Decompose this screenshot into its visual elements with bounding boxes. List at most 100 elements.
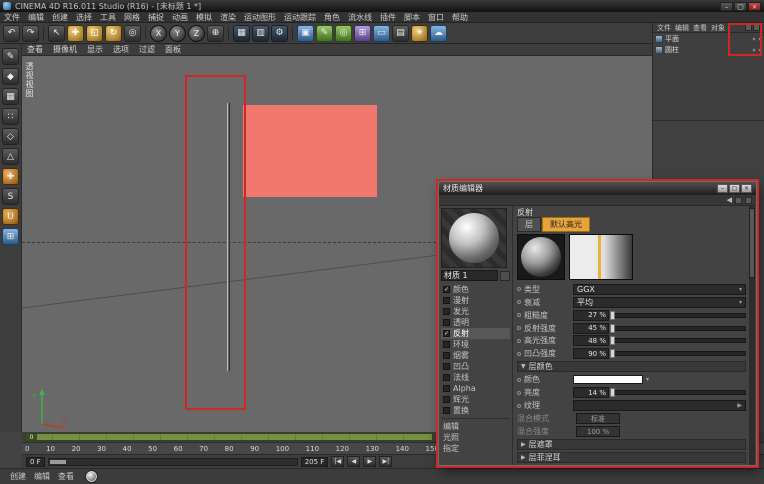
channel-row-glow[interactable]: 辉光	[441, 394, 510, 405]
next-frame-icon[interactable]: ▶|	[379, 456, 392, 467]
slider-knob[interactable]	[610, 336, 615, 345]
last-tool-icon[interactable]: ◎	[124, 25, 141, 42]
mode-row-illumination[interactable]: 光照	[441, 432, 510, 443]
preview-options-icon[interactable]	[500, 271, 510, 281]
layer-sphere-preview[interactable]	[517, 234, 565, 280]
flag-plane-object[interactable]	[243, 105, 377, 197]
array-modeling-icon[interactable]: ⊞	[354, 25, 371, 42]
channel-checkbox[interactable]	[443, 308, 450, 315]
render-settings-icon[interactable]: ⚙	[271, 25, 288, 42]
viewport-menu-display[interactable]: 显示	[82, 44, 108, 55]
panel-option-icon[interactable]	[745, 24, 752, 31]
channel-checkbox[interactable]	[443, 330, 450, 337]
texture-picker-button[interactable]: ▶	[573, 400, 746, 411]
slider-knob[interactable]	[610, 311, 615, 320]
dialog-scrollbar[interactable]	[749, 206, 755, 465]
slider-knob[interactable]	[610, 349, 615, 358]
range-start-field[interactable]: 0 F	[26, 457, 45, 467]
visibility-dots[interactable]	[752, 48, 762, 52]
x-axis-lock-button[interactable]: X	[150, 25, 167, 42]
channel-checkbox[interactable]	[443, 319, 450, 326]
edges-mode-icon[interactable]: ◇	[2, 128, 19, 145]
tab-default-specular[interactable]: 默认高光	[542, 217, 590, 232]
specular-strength-slider[interactable]	[612, 338, 746, 343]
slider-knob[interactable]	[610, 324, 615, 333]
visibility-dot-icon[interactable]	[758, 37, 762, 41]
dialog-maximize-button[interactable]: ▢	[729, 184, 740, 193]
anim-dot-icon[interactable]	[517, 287, 521, 291]
anim-dot-icon[interactable]	[517, 300, 521, 304]
anim-dot-icon[interactable]	[517, 391, 521, 395]
coordinate-system-icon[interactable]: ⊕	[207, 25, 224, 42]
channel-row-luminance[interactable]: 发光	[441, 306, 510, 317]
back-icon[interactable]: ◀	[727, 196, 732, 204]
channel-checkbox[interactable]	[443, 396, 450, 403]
attenuation-dropdown[interactable]: 平均 ▾	[573, 297, 746, 308]
bump-strength-value-field[interactable]: 90 %	[573, 348, 609, 359]
menu-animate[interactable]: 动画	[168, 12, 192, 23]
spline-pen-icon[interactable]: ✎	[316, 25, 333, 42]
om-menu-view[interactable]: 查看	[691, 23, 709, 33]
layer-color-section[interactable]: ▼ 层颜色	[517, 361, 746, 372]
maximize-button[interactable]: ▢	[734, 2, 747, 11]
layout-list-icon[interactable]	[735, 197, 742, 204]
layer-curve-preview[interactable]	[569, 234, 633, 280]
color-swatch[interactable]	[573, 375, 643, 384]
om-menu-objects[interactable]: 对象	[709, 23, 727, 33]
brightness-value-field[interactable]: 14 %	[573, 387, 609, 398]
enable-axis-icon[interactable]: ✚	[2, 168, 19, 185]
dialog-close-button[interactable]: ×	[741, 184, 752, 193]
roughness-value-field[interactable]: 27 %	[573, 310, 609, 321]
channel-row-color[interactable]: 颜色	[441, 284, 510, 295]
menu-file[interactable]: 文件	[0, 12, 24, 23]
om-menu-file[interactable]: 文件	[655, 23, 673, 33]
menu-motion-tracker[interactable]: 运动跟踪	[280, 12, 320, 23]
anim-dot-icon[interactable]	[517, 313, 521, 317]
channel-checkbox[interactable]	[443, 407, 450, 414]
add-cube-icon[interactable]: ▣	[297, 25, 314, 42]
mm-menu-edit[interactable]: 编辑	[30, 471, 54, 482]
close-button[interactable]: ×	[748, 2, 761, 11]
specular-strength-value-field[interactable]: 48 %	[573, 335, 609, 346]
om-menu-edit[interactable]: 编辑	[673, 23, 691, 33]
menu-edit[interactable]: 编辑	[24, 12, 48, 23]
channel-row-displacement[interactable]: 置换	[441, 405, 510, 416]
dialog-scrollbar-thumb[interactable]	[749, 208, 755, 278]
enable-snap-icon[interactable]: U	[2, 208, 19, 225]
roughness-slider[interactable]	[612, 313, 746, 318]
undo-icon[interactable]: ↶	[3, 25, 20, 42]
mm-menu-view[interactable]: 查看	[54, 471, 78, 482]
object-row-cylinder[interactable]: 圆柱	[653, 44, 764, 55]
range-slider-handle[interactable]	[50, 460, 66, 464]
type-dropdown[interactable]: GGX ▾	[573, 284, 746, 295]
menu-pipeline[interactable]: 流水线	[344, 12, 376, 23]
layer-mask-section[interactable]: ▶ 层遮罩	[517, 439, 746, 450]
channel-checkbox[interactable]	[443, 363, 450, 370]
visibility-dots[interactable]	[752, 37, 762, 41]
menu-tools[interactable]: 工具	[96, 12, 120, 23]
channel-row-bump[interactable]: 凹凸	[441, 361, 510, 372]
menu-mograph[interactable]: 运动图形	[240, 12, 280, 23]
channel-checkbox[interactable]	[443, 352, 450, 359]
anim-dot-icon[interactable]	[517, 352, 521, 356]
model-mode-icon[interactable]: ◆	[2, 68, 19, 85]
menu-mesh[interactable]: 网格	[120, 12, 144, 23]
mm-menu-create[interactable]: 创建	[6, 471, 30, 482]
menu-window[interactable]: 窗口	[424, 12, 448, 23]
mode-row-assign[interactable]: 指定	[441, 443, 510, 454]
menu-character[interactable]: 角色	[320, 12, 344, 23]
workplane-icon[interactable]: ⊞	[2, 228, 19, 245]
channel-row-diffusion[interactable]: 漫射	[441, 295, 510, 306]
visibility-dot-icon[interactable]	[752, 37, 756, 41]
camera-icon[interactable]: ▤	[392, 25, 409, 42]
material-preview[interactable]	[441, 208, 507, 268]
channel-row-alpha[interactable]: Alpha	[441, 383, 510, 394]
polygons-mode-icon[interactable]: △	[2, 148, 19, 165]
points-mode-icon[interactable]: ∷	[2, 108, 19, 125]
move-tool-icon[interactable]: ✚	[67, 25, 84, 42]
rotate-tool-icon[interactable]: ↻	[105, 25, 122, 42]
range-end-field[interactable]: 205 F	[301, 457, 329, 467]
visibility-dot-icon[interactable]	[758, 48, 762, 52]
menu-script[interactable]: 脚本	[400, 12, 424, 23]
channel-checkbox[interactable]	[443, 286, 450, 293]
